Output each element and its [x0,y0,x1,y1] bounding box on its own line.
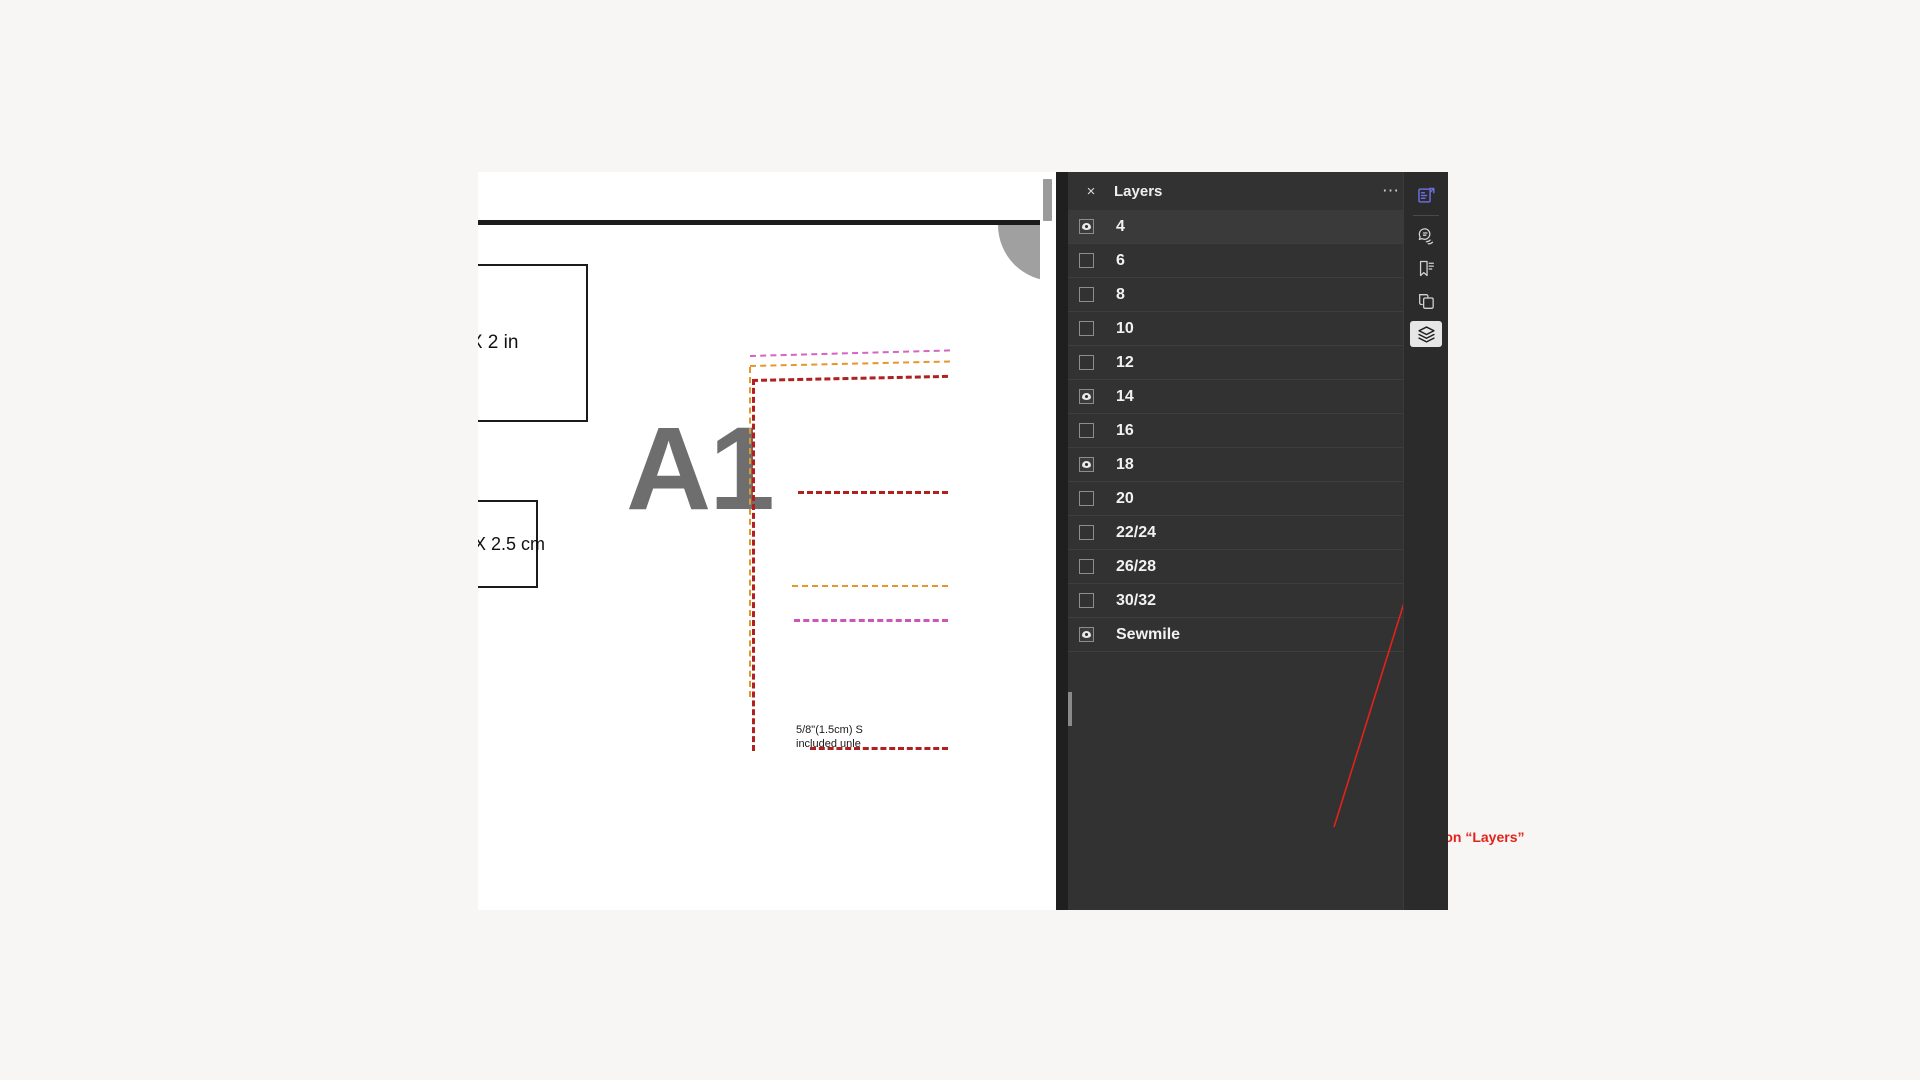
layer-name-label: 20 [1116,489,1134,507]
pattern-line-red-left [752,379,755,751]
pattern-line-orange-middle [792,585,948,587]
layer-row[interactable]: 20 [1068,482,1404,516]
layer-row[interactable]: 26/28 [1068,550,1404,584]
close-icon[interactable]: × [1078,178,1104,204]
layer-name-label: 8 [1116,285,1125,303]
eye-icon [1082,223,1091,230]
layer-visibility-off-icon[interactable] [1079,253,1094,268]
layer-row[interactable]: 14 [1068,380,1404,414]
layer-visibility-off-icon[interactable] [1079,525,1094,540]
layer-row[interactable]: 6 [1068,244,1404,278]
layer-visibility-off-icon[interactable] [1079,321,1094,336]
application-window: 2 X 2 in .5 X 2.5 cm A1 5/8"(1.5c [478,172,1525,910]
document-scrollbar-thumb[interactable] [1043,179,1052,221]
layer-row[interactable]: 22/24 [1068,516,1404,550]
more-options-icon[interactable]: ⋯ [1382,182,1401,199]
right-vertical-toolbar [1403,172,1448,910]
pattern-line-orange-left [749,367,751,697]
layer-visibility-on-icon[interactable] [1079,457,1094,472]
layer-name-label: 6 [1116,251,1125,269]
layer-row[interactable]: 10 [1068,312,1404,346]
layer-row[interactable]: 8 [1068,278,1404,312]
layer-visibility-off-icon[interactable] [1079,355,1094,370]
layer-visibility-off-icon[interactable] [1079,287,1094,302]
layer-row[interactable]: 18 [1068,448,1404,482]
layer-visibility-on-icon[interactable] [1079,389,1094,404]
layer-visibility-on-icon[interactable] [1079,627,1094,642]
pages-copy-icon[interactable] [1410,288,1442,314]
layer-name-label: 26/28 [1116,557,1157,575]
layer-name-label: 4 [1116,217,1125,235]
layer-name-label: 12 [1116,353,1134,371]
layers-icon[interactable] [1410,321,1442,347]
pattern-note-line-2: included unle [796,737,861,750]
layer-visibility-off-icon[interactable] [1079,593,1094,608]
layer-name-label: 30/32 [1116,591,1157,609]
layer-name-label: 10 [1116,319,1134,337]
layer-visibility-off-icon[interactable] [1079,491,1094,506]
pattern-line-magenta-top [749,349,950,357]
pattern-line-orange-top [749,360,950,367]
layers-panel: × Layers ⋯ 4 6 8 10 12 14 16 18 20 22/24 26/28 30/3… [1056,172,1525,910]
pdf-page: 2 X 2 in .5 X 2.5 cm A1 5/8"(1.5c [478,172,1054,910]
pattern-line-red-top [751,374,948,382]
pattern-line-red-middle [798,491,948,494]
pattern-note-line-1: 5/8"(1.5cm) S [796,724,863,736]
layer-visibility-on-icon[interactable] [1079,219,1094,234]
measure-box-centimeters-label: .5 X 2.5 cm [478,533,546,554]
eye-icon [1082,393,1091,400]
document-scrollbar-track[interactable] [1040,172,1056,910]
sewing-pattern-piece: 5/8"(1.5cm) S included unle [749,349,950,755]
layer-visibility-off-icon[interactable] [1079,559,1094,574]
layer-row[interactable]: Sewmile [1068,618,1404,652]
layer-list: 4 6 8 10 12 14 16 18 20 22/24 26/28 30/32 Sewmile [1068,210,1404,652]
layers-panel-title: Layers [1114,182,1163,200]
page-top-rule [478,220,1040,225]
layers-panel-header: × Layers ⋯ [1068,172,1415,210]
layer-name-label: 16 [1116,421,1134,439]
document-canvas[interactable]: 2 X 2 in .5 X 2.5 cm A1 5/8"(1.5c [478,172,1056,910]
eye-icon [1082,631,1091,638]
eye-icon [1082,461,1091,468]
layer-list-resize-handle[interactable] [1068,692,1072,726]
layer-row[interactable]: 16 [1068,414,1404,448]
toolbar-divider [1413,215,1439,216]
edit-pdf-icon[interactable] [1410,182,1442,208]
comment-icon[interactable] [1410,222,1442,248]
pattern-seam-allowance-note: 5/8"(1.5cm) S included unle [796,724,916,752]
layer-name-label: 22/24 [1116,523,1157,541]
panel-left-edge [1056,172,1068,910]
layer-name-label: 14 [1116,387,1134,405]
layer-row[interactable]: 4 [1068,210,1404,244]
layer-name-label: 18 [1116,455,1134,473]
measure-box-inches: 2 X 2 in [478,264,588,422]
measure-box-inches-label: 2 X 2 in [478,332,519,353]
layer-row[interactable]: 30/32 [1068,584,1404,618]
bookmark-icon[interactable] [1410,255,1442,281]
layer-name-label: Sewmile [1116,625,1181,643]
measure-box-centimeters: .5 X 2.5 cm [478,500,545,588]
layer-visibility-off-icon[interactable] [1079,423,1094,438]
layer-row[interactable]: 12 [1068,346,1404,380]
pattern-line-magenta-middle [794,619,948,622]
